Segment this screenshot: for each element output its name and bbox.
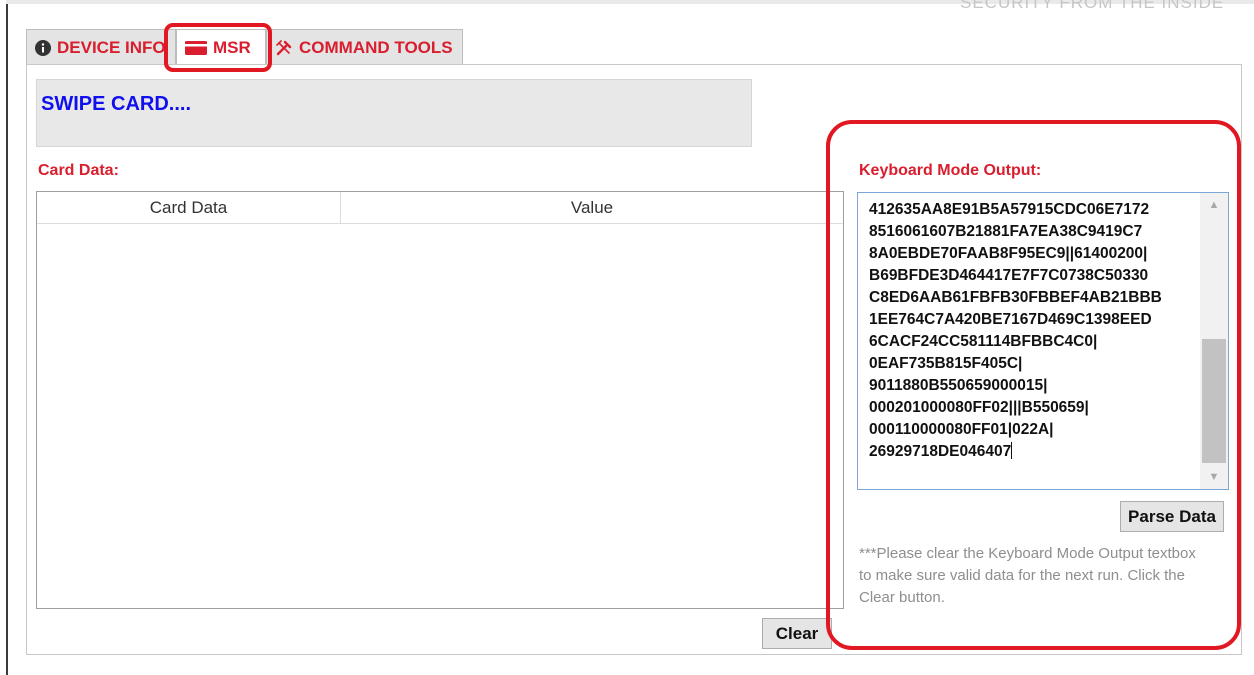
tab-label: DEVICE INFO bbox=[57, 37, 166, 57]
tab-device-info[interactable]: DEVICE INFO bbox=[26, 29, 176, 65]
card-icon bbox=[185, 40, 207, 55]
card-data-table[interactable]: Card Data Value bbox=[36, 191, 844, 609]
status-box: SWIPE CARD.... bbox=[36, 79, 752, 147]
scroll-thumb[interactable] bbox=[1202, 339, 1226, 463]
status-message: SWIPE CARD.... bbox=[41, 93, 192, 115]
keyboard-output-textbox[interactable]: 412635AA8E91B5A57915CDC06E7172 851606160… bbox=[857, 192, 1229, 490]
clear-instruction-note: ***Please clear the Keyboard Mode Output… bbox=[859, 545, 1196, 606]
tab-msr[interactable]: MSR bbox=[176, 29, 266, 65]
card-data-label: Card Data: bbox=[38, 162, 119, 179]
table-header: Card Data Value bbox=[37, 192, 843, 224]
vertical-scrollbar[interactable]: ▲ ▼ bbox=[1200, 193, 1228, 489]
keyboard-output-text: 412635AA8E91B5A57915CDC06E7172 851606160… bbox=[869, 201, 1162, 460]
parse-data-button[interactable]: Parse Data bbox=[1120, 501, 1224, 532]
column-header-value[interactable]: Value bbox=[341, 192, 843, 224]
keyboard-output-label: Keyboard Mode Output: bbox=[859, 162, 1042, 179]
info-circle-icon bbox=[35, 39, 51, 56]
tools-icon bbox=[276, 39, 292, 55]
tab-label: MSR bbox=[213, 37, 251, 57]
column-header-card-data[interactable]: Card Data bbox=[37, 192, 341, 224]
window-left-border bbox=[6, 0, 8, 675]
tab-bar: DEVICE INFO MSR COMMAND TOOLS bbox=[26, 29, 463, 65]
brand-tagline: SECURITY FROM THE INSIDE bbox=[960, 0, 1225, 12]
text-caret bbox=[1011, 442, 1013, 459]
scroll-up-arrow-icon[interactable]: ▲ bbox=[1200, 195, 1228, 215]
tab-command-tools[interactable]: COMMAND TOOLS bbox=[266, 29, 463, 65]
scroll-down-arrow-icon[interactable]: ▼ bbox=[1200, 467, 1228, 487]
tab-label: COMMAND TOOLS bbox=[299, 37, 453, 57]
clear-button[interactable]: Clear bbox=[762, 618, 832, 649]
